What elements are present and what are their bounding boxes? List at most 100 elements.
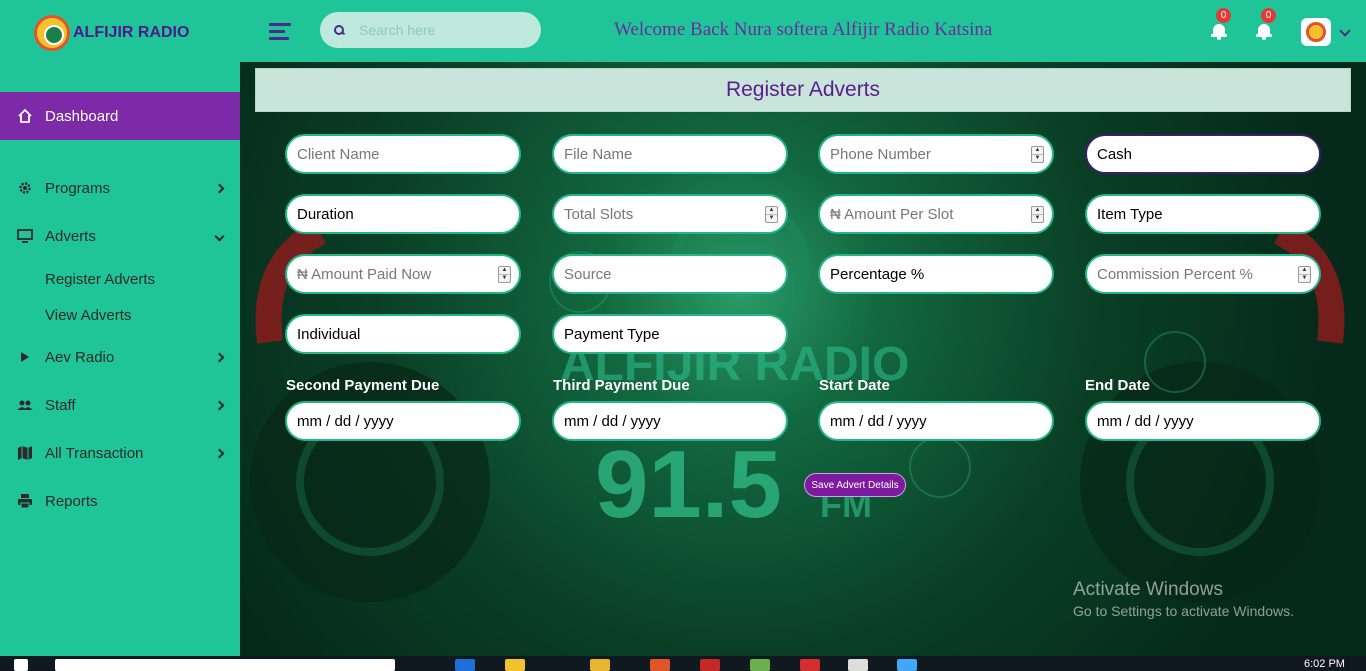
users-icon [16,397,33,414]
monitor-icon [16,228,33,245]
watermark-subtitle: Go to Settings to activate Windows. [1073,603,1294,619]
sidebar-subitem-register-adverts[interactable]: Register Adverts [45,271,155,288]
sidebar-item-label: All Transaction [45,444,144,462]
item-type-select[interactable]: Item Type [1085,194,1321,234]
browser-icon[interactable] [800,659,820,671]
end-date-field[interactable]: mm / dd / yyyy [1085,401,1321,441]
amount-paid-field: ▲▼ [285,254,521,294]
duration-select[interactable]: Duration [285,194,521,234]
edge-icon[interactable] [455,659,475,671]
sidebar-item-programs[interactable]: Programs [0,164,240,212]
amount-per-slot-field: ▲▼ [818,194,1054,234]
brand-name: ALFIJIR RADIO [73,24,190,41]
total-slots-field: ▲▼ [552,194,788,234]
user-avatar[interactable] [1301,18,1331,46]
commission-input[interactable] [1097,265,1298,283]
third-payment-due-field[interactable]: mm / dd / yyyy [552,401,788,441]
app-icon[interactable] [650,659,670,671]
main-content: ALFIJIR RADIO 91.5 FM Register Adverts ▲… [240,62,1366,656]
payment-mode-value: Cash [1097,145,1133,163]
payment-type-select[interactable]: Payment Type [552,314,788,354]
phone-number-input[interactable] [830,145,1031,163]
document-icon[interactable] [848,659,868,671]
sidebar-subitem-view-adverts[interactable]: View Adverts [45,307,131,324]
sidebar-item-staff[interactable]: Staff [0,381,240,429]
total-slots-input[interactable] [564,205,765,223]
brand[interactable]: ALFIJIR RADIO [34,15,189,51]
chevron-right-icon [214,448,225,458]
editor-icon[interactable] [897,659,917,671]
individual-value: Individual [297,325,361,343]
alerts-bell-icon[interactable]: 0 [1256,8,1276,40]
opera-icon[interactable] [700,659,720,671]
individual-select[interactable]: Individual [285,314,521,354]
folder-icon[interactable] [505,659,525,671]
sidebar-item-all-transaction[interactable]: All Transaction [0,429,240,477]
sidebar-item-label: Reports [45,492,98,510]
amount-paid-input[interactable] [297,265,498,283]
payment-mode-select[interactable]: Cash [1085,134,1321,174]
chevron-right-icon [214,183,225,193]
watermark-title: Activate Windows [1073,579,1223,600]
client-name-input[interactable] [297,145,511,163]
number-stepper[interactable]: ▲ ▼ [1031,205,1044,223]
sidebar-item-dashboard[interactable]: Dashboard [0,92,240,140]
chevron-down-icon[interactable] [1339,25,1351,37]
percentage-select[interactable]: Percentage % [818,254,1054,294]
sidebar-item-reports[interactable]: Reports [0,477,240,525]
alerts-badge: 0 [1261,8,1276,23]
sidebar-item-aev-radio[interactable]: Aev Radio [0,333,240,381]
number-stepper[interactable]: ▲ ▼ [498,265,511,283]
sidebar: Dashboard Programs Adverts Register Adve… [0,62,240,656]
media-icon[interactable] [750,659,770,671]
phone-number-field: ▲▼ [818,134,1054,174]
notification-badge: 0 [1216,8,1231,23]
date-placeholder: mm / dd / yyyy [297,412,394,430]
start-date-field[interactable]: mm / dd / yyyy [818,401,1054,441]
chrome-icon[interactable] [590,659,610,671]
svg-text:91.5: 91.5 [595,431,782,538]
number-stepper[interactable]: ▲ ▼ [1031,145,1044,163]
source-field [552,254,788,294]
save-advert-button[interactable]: Save Advert Details [804,473,906,497]
date-placeholder: mm / dd / yyyy [1097,412,1194,430]
start-date-label: Start Date [819,377,890,394]
welcome-message: Welcome Back Nura softera Alfijir Radio … [614,19,993,40]
brand-logo-icon [34,15,70,51]
taskbar-search-box[interactable] [55,659,395,671]
form-title: Register Adverts [255,68,1351,112]
file-name-field [552,134,788,174]
windows-start-icon[interactable] [14,659,28,671]
payment-type-value: Payment Type [564,325,660,343]
sidebar-item-label: Programs [45,179,111,197]
taskbar-clock[interactable]: 6:02 PM [1304,658,1345,670]
chevron-right-icon [214,352,225,362]
sidebar-item-label: Aev Radio [45,348,115,366]
taskbar: 6:02 PM [0,656,1366,671]
second-payment-due-label: Second Payment Due [286,377,440,394]
search-icon[interactable] [334,24,345,36]
commission-field: ▲▼ [1085,254,1321,294]
item-type-value: Item Type [1097,205,1163,223]
sidebar-item-adverts[interactable]: Adverts [0,212,240,260]
sidebar-item-label: Adverts [45,227,96,245]
source-input[interactable] [564,265,778,283]
map-icon [16,445,33,462]
chevron-down-icon [214,231,225,241]
print-icon [16,493,33,510]
duration-value: Duration [297,205,354,223]
second-payment-due-field[interactable]: mm / dd / yyyy [285,401,521,441]
top-bar: ALFIJIR RADIO Welcome Back Nura softera … [0,0,1366,62]
play-icon [16,349,33,366]
hamburger-menu-icon[interactable] [269,23,291,41]
date-placeholder: mm / dd / yyyy [830,412,927,430]
file-name-input[interactable] [564,145,778,163]
third-payment-due-label: Third Payment Due [553,377,690,394]
percentage-value: Percentage % [830,265,925,283]
date-placeholder: mm / dd / yyyy [564,412,661,430]
amount-per-slot-input[interactable] [830,205,1031,223]
number-stepper[interactable]: ▲ ▼ [1298,265,1311,283]
notification-bell-icon[interactable]: 0 [1211,8,1231,40]
number-stepper[interactable]: ▲ ▼ [765,205,778,223]
search-input[interactable] [359,22,529,38]
